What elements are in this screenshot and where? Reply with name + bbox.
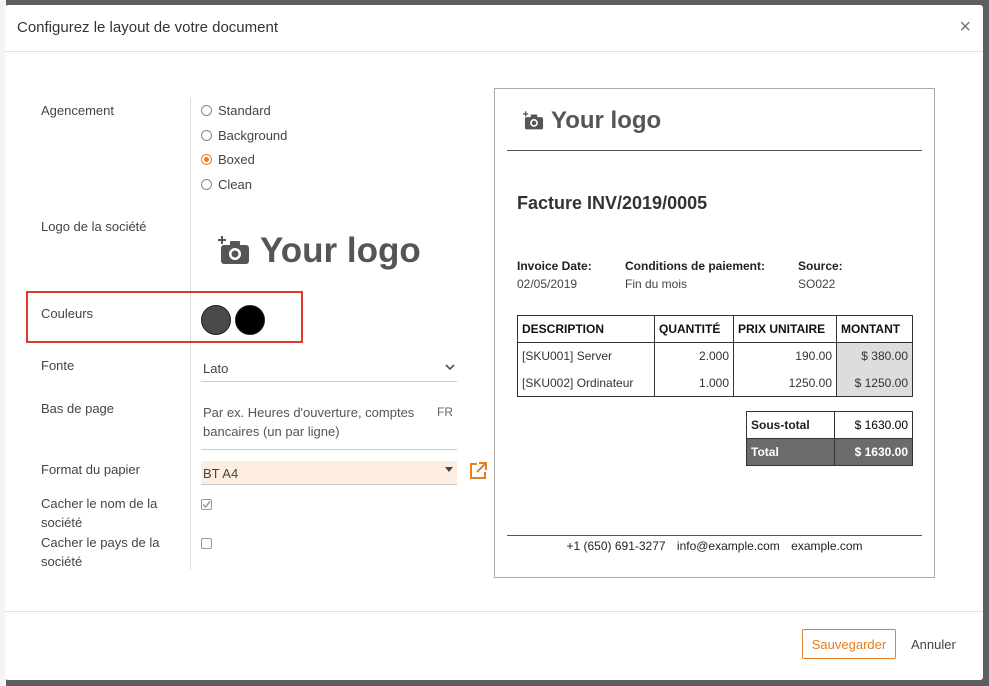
radio-background-label: Background [218, 128, 288, 143]
radio-boxed-label: Boxed [218, 152, 255, 167]
footer-email: info@example.com [676, 539, 780, 553]
preview-footer-rule [507, 535, 922, 536]
table-row: [SKU001] Server 2.000 190.00 $ 380.00 [517, 342, 913, 370]
footer-phone: +1 (650) 691-3277 [566, 539, 666, 553]
source-value: SO022 [798, 277, 836, 291]
invoice-date-label: Invoice Date: [517, 259, 592, 273]
camera-plus-icon [218, 236, 249, 264]
radio-standard-label: Standard [218, 103, 271, 118]
layout-label: Agencement [41, 103, 114, 118]
radio-clean[interactable] [201, 179, 212, 190]
colors-label: Couleurs [41, 306, 94, 321]
footer-placeholder: Par ex. Heures d'ouverture, comptes banc… [203, 405, 415, 439]
line-description: [SKU002] Ordinateur [517, 369, 655, 397]
hide-name-label: Cacher le nom de la société [41, 496, 158, 530]
radio-standard[interactable] [201, 105, 212, 116]
payment-terms-value: Fin du mois [625, 277, 688, 291]
radio-boxed[interactable] [201, 154, 212, 165]
font-value: Lato [203, 361, 229, 376]
line-quantity: 2.000 [654, 342, 734, 370]
total-value: $ 1630.00 [834, 438, 913, 466]
dialog-footer: Sauvegarder Annuler [5, 611, 983, 680]
cancel-button[interactable]: Annuler [905, 629, 962, 659]
font-label: Fonte [41, 358, 75, 373]
external-link-icon[interactable] [468, 461, 490, 483]
totals-table: Sous-total $ 1630.00 Total $ 1630.00 [746, 411, 913, 466]
document-preview: Your logo Facture INV/2019/0005 Invoice … [494, 88, 935, 578]
column-header: PRIX UNITAIRE [733, 315, 837, 343]
table-row: [SKU002] Ordinateur 1.000 1250.00 $ 1250… [517, 369, 913, 397]
primary-color-swatch[interactable] [201, 305, 231, 335]
layout-option-standard[interactable]: Standard [201, 103, 271, 118]
column-header: DESCRIPTION [517, 315, 655, 343]
payment-terms-label: Conditions de paiement: [625, 259, 766, 273]
close-button[interactable]: × [959, 17, 971, 37]
line-amount: $ 380.00 [836, 342, 913, 370]
radio-clean-label: Clean [218, 177, 252, 192]
paper-format-label: Format du papier [41, 462, 140, 477]
caret-down-icon [445, 465, 453, 476]
hide-country-checkbox[interactable] [201, 538, 212, 549]
total-label: Total [746, 438, 835, 466]
invoice-title: Facture INV/2019/0005 [517, 193, 708, 213]
footer-textarea[interactable]: Par ex. Heures d'ouverture, comptes banc… [201, 398, 457, 450]
subtotal-value: $ 1630.00 [834, 411, 913, 439]
save-button[interactable]: Sauvegarder [802, 629, 896, 659]
hide-name-checkbox[interactable] [201, 499, 212, 510]
preview-header-rule [507, 150, 922, 151]
layout-option-boxed[interactable]: Boxed [201, 152, 255, 167]
logo-label: Logo de la société [41, 219, 147, 234]
subtotal-row: Sous-total $ 1630.00 [746, 411, 913, 439]
preview-logo-text: Your logo [551, 107, 662, 134]
footer-website: example.com [791, 539, 863, 553]
chevron-down-icon [445, 359, 455, 374]
radio-background[interactable] [201, 130, 212, 141]
column-header: QUANTITÉ [654, 315, 734, 343]
table-header-row: DESCRIPTION QUANTITÉ PRIX UNITAIRE MONTA… [517, 315, 913, 343]
font-select[interactable]: Lato [201, 353, 457, 382]
line-unit-price: 190.00 [733, 342, 837, 370]
language-tag[interactable]: FR [437, 403, 453, 422]
invoice-date-value: 02/05/2019 [517, 277, 578, 291]
subtotal-label: Sous-total [746, 411, 835, 439]
line-amount: $ 1250.00 [836, 369, 913, 397]
paper-format-select[interactable]: BT A4 [201, 461, 457, 485]
preview-logo: Your logo [523, 107, 661, 135]
line-description: [SKU001] Server [517, 342, 655, 370]
source-label: Source: [798, 259, 843, 273]
total-row: Total $ 1630.00 [746, 438, 913, 466]
check-icon [202, 501, 211, 509]
logo-placeholder-text: Your logo [260, 231, 421, 270]
company-logo-upload[interactable]: Your logo [218, 231, 421, 271]
footer-label: Bas de page [41, 401, 115, 416]
layout-option-clean[interactable]: Clean [201, 177, 252, 192]
preview-footer: +1 (650) 691-3277 info@example.com examp… [507, 539, 922, 553]
layout-dialog: Configurez le layout de votre document ×… [5, 5, 983, 680]
dialog-header: Configurez le layout de votre document × [5, 5, 983, 52]
line-unit-price: 1250.00 [733, 369, 837, 397]
camera-plus-icon [523, 111, 544, 130]
hide-country-label: Cacher le pays de la société [41, 535, 160, 569]
line-quantity: 1.000 [654, 369, 734, 397]
paper-format-value: BT A4 [203, 466, 239, 481]
column-header: MONTANT [836, 315, 913, 343]
invoice-lines-table: DESCRIPTION QUANTITÉ PRIX UNITAIRE MONTA… [517, 315, 913, 397]
settings-form: Agencement Standard Background Boxed Cle… [5, 53, 487, 613]
layout-option-background[interactable]: Background [201, 128, 287, 143]
secondary-color-swatch[interactable] [235, 305, 265, 335]
dialog-title: Configurez le layout de votre document [17, 19, 278, 36]
